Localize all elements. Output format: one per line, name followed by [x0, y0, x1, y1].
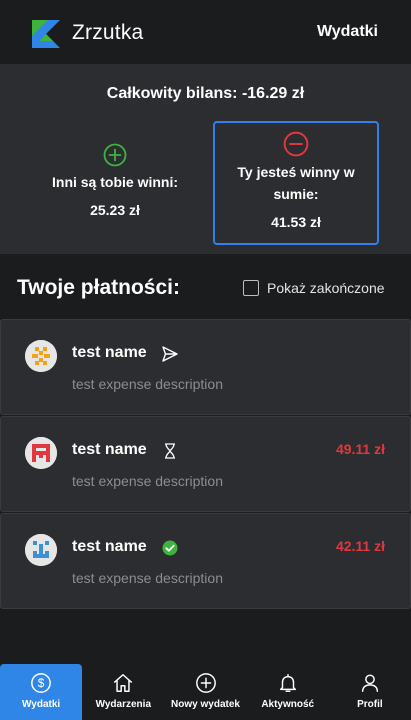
- check-circle-icon: [162, 540, 178, 556]
- expense-name: test name: [72, 538, 147, 555]
- show-completed-label: Pokaż zakończone: [267, 279, 385, 296]
- logo-icon: [32, 20, 60, 48]
- home-icon: [114, 674, 133, 692]
- app-title: Zrzutka: [72, 21, 144, 44]
- nav-item-wydarzenia[interactable]: Wydarzenia: [82, 664, 164, 720]
- send-icon: [162, 346, 178, 362]
- expense-name: test name: [72, 441, 147, 458]
- expense-description: test expense description: [72, 376, 223, 392]
- nav-label: Profil: [357, 699, 383, 710]
- expense-amount: 49.11 zł: [335, 441, 385, 457]
- nav-item-wydatki[interactable]: $ Wydatki: [0, 664, 83, 720]
- nav-label: Aktywność: [261, 699, 315, 710]
- avatar: [25, 437, 57, 469]
- bottom-navigation: $ Wydatki Wydarzenia Nowy wydatek Aktywn…: [0, 664, 411, 720]
- you-owe-amount: 41.53 zł: [271, 214, 321, 230]
- total-balance: Całkowity bilans: -16.29 zł: [106, 85, 305, 102]
- balance-panel: Całkowity bilans: -16.29 zł Inni są tobi…: [0, 65, 411, 254]
- minus-circle-icon: [283, 131, 309, 157]
- expense-item[interactable]: test name test expense description: [0, 319, 411, 415]
- payments-title: Twoje płatności:: [17, 276, 180, 299]
- nav-label: Nowy wydatek: [171, 699, 240, 710]
- show-completed-toggle[interactable]: Pokaż zakończone: [243, 279, 385, 296]
- nav-item-profil[interactable]: Profil: [329, 664, 411, 720]
- nav-item-nowy-wydatek[interactable]: Nowy wydatek: [164, 664, 246, 720]
- nav-item-aktywnosc[interactable]: Aktywność: [247, 664, 329, 720]
- page-title: Wydatki: [316, 23, 378, 40]
- expense-item[interactable]: test name test expense description 42.11…: [0, 513, 411, 609]
- expense-item[interactable]: test name test expense description 49.11…: [0, 416, 411, 512]
- expense-amount: 42.11 zł: [335, 538, 385, 554]
- owed-to-you-card[interactable]: Inni są tobie winni: 25.23 zł: [32, 121, 198, 245]
- expense-description: test expense description: [72, 473, 223, 489]
- dollar-circle-icon: $: [31, 673, 51, 693]
- owed-to-you-amount: 25.23 zł: [90, 202, 140, 218]
- you-owe-label: Ty jesteś winny w sumie:: [237, 164, 355, 202]
- expense-description: test expense description: [72, 570, 223, 586]
- svg-text:$: $: [38, 676, 45, 690]
- show-completed-checkbox[interactable]: [243, 279, 259, 296]
- plus-circle-icon: [103, 143, 127, 167]
- hourglass-icon: [165, 443, 175, 459]
- app-header: Zrzutka Wydatki: [0, 0, 411, 65]
- expense-name: test name: [72, 344, 147, 361]
- you-owe-card[interactable]: Ty jesteś winny w sumie: 41.53 zł: [213, 121, 379, 245]
- owed-to-you-label: Inni są tobie winni:: [52, 174, 178, 190]
- plus-circle-icon: [195, 673, 216, 693]
- user-icon: [361, 674, 378, 692]
- bell-icon: [279, 674, 296, 692]
- nav-label: Wydarzenia: [95, 699, 151, 710]
- avatar: [25, 534, 57, 566]
- avatar: [25, 340, 57, 372]
- nav-label: Wydatki: [22, 699, 61, 710]
